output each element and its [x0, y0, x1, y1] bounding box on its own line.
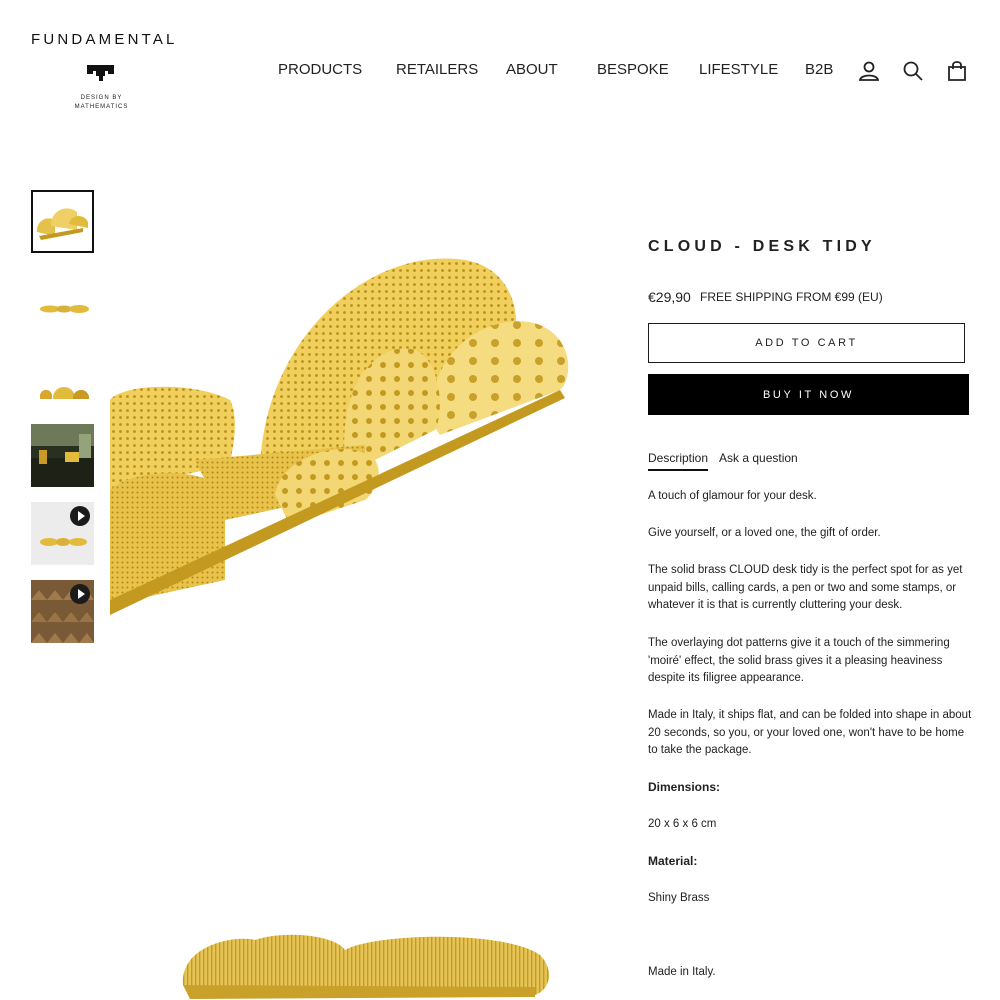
- shipping-note: FREE SHIPPING FROM €99 (EU): [700, 290, 883, 304]
- description-paragraph: The overlaying dot patterns give it a to…: [648, 637, 950, 684]
- description-paragraph: Give yourself, or a loved one, the gift …: [648, 527, 881, 539]
- dimensions-label: Dimensions:: [648, 780, 721, 794]
- tagline-line-1: DESIGN BY: [80, 95, 123, 101]
- origin-note: Made in Italy.: [648, 966, 716, 978]
- nav-retailers[interactable]: RETAILERS: [396, 61, 478, 78]
- buy-it-now-button[interactable]: BUY IT NOW: [648, 374, 969, 415]
- nav-lifestyle[interactable]: LIFESTYLE: [699, 61, 778, 78]
- product-flat-image[interactable]: [175, 925, 560, 1000]
- description-paragraph: The solid brass CLOUD desk tidy is the p…: [648, 564, 963, 611]
- thumbnail-image: [31, 355, 94, 418]
- description-paragraph: Made in Italy, it ships flat, and can be…: [648, 709, 972, 756]
- brand-wordmark[interactable]: FUNDAMENTAL: [31, 31, 178, 48]
- thumbnail-image: [31, 277, 94, 340]
- cart-icon[interactable]: [946, 60, 968, 82]
- thumbnail-lifestyle-desk[interactable]: [31, 424, 94, 487]
- tab-description[interactable]: Description: [648, 451, 709, 471]
- nav-bespoke[interactable]: BESPOKE: [597, 61, 669, 78]
- product-price: €29,90: [648, 289, 691, 305]
- material-value: Shiny Brass: [648, 892, 710, 904]
- logo-icon[interactable]: [87, 65, 114, 81]
- tagline-line-2: MATHEMATICS: [74, 103, 129, 110]
- nav-b2b[interactable]: B2B: [805, 61, 833, 78]
- tab-ask-question[interactable]: Ask a question: [719, 451, 798, 469]
- nav-about[interactable]: ABOUT: [506, 61, 558, 78]
- play-icon: [70, 584, 90, 604]
- account-icon[interactable]: [858, 60, 880, 82]
- search-icon[interactable]: [902, 60, 924, 82]
- nav-products[interactable]: PRODUCTS: [278, 61, 362, 78]
- thumbnail-product-flat[interactable]: [31, 277, 94, 340]
- play-icon: [70, 506, 90, 526]
- thumbnail-product-side[interactable]: [31, 355, 94, 418]
- thumbnail-image: [31, 424, 94, 487]
- material-label: Material:: [648, 854, 698, 868]
- thumbnail-product-video[interactable]: [31, 502, 94, 565]
- product-title: CLOUD - DESK TIDY: [648, 238, 876, 255]
- thumbnail-product-angle[interactable]: [31, 190, 94, 253]
- description-paragraph: A touch of glamour for your desk.: [648, 490, 817, 502]
- thumbnail-image: [33, 192, 92, 251]
- thumbnail-pattern-video[interactable]: [31, 580, 94, 643]
- product-main-image[interactable]: [110, 190, 580, 620]
- logo-tagline: DESIGN BY MATHEMATICS: [64, 94, 139, 111]
- dimensions-value: 20 x 6 x 6 cm: [648, 818, 717, 830]
- add-to-cart-button[interactable]: ADD TO CART: [648, 323, 965, 363]
